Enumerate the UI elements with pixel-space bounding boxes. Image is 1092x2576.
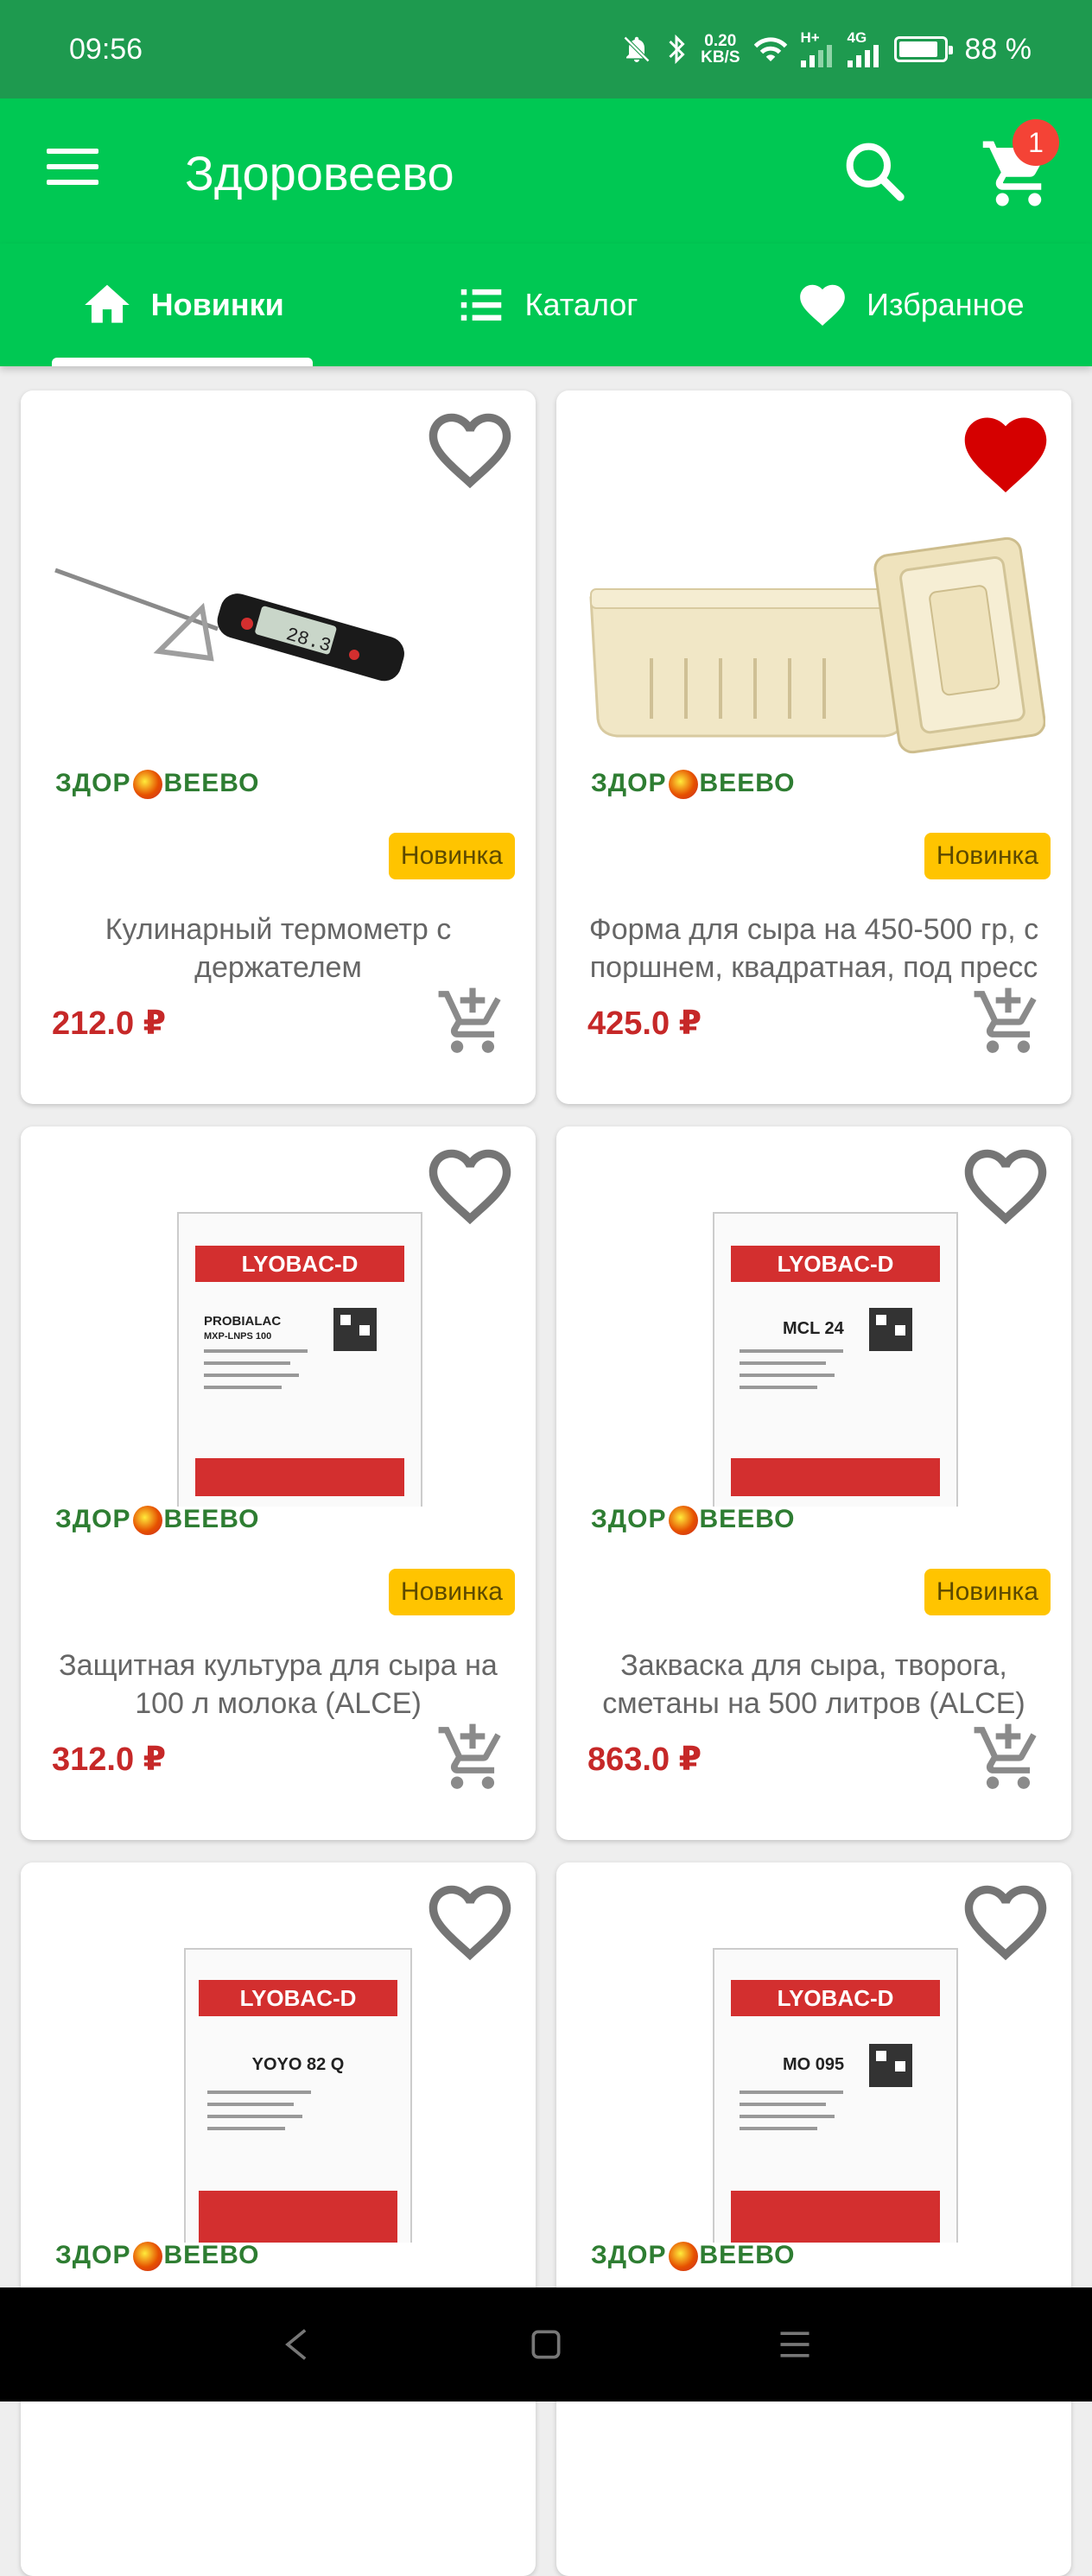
product-title[interactable]: Закваска для сыра, творога, сметаны на 5… — [568, 1646, 1059, 1723]
svg-text:MXP-LNPS 100: MXP-LNPS 100 — [204, 1331, 271, 1342]
wifi-icon — [752, 34, 789, 65]
heart-outline-icon — [964, 1885, 1047, 1961]
add-to-cart-button[interactable] — [971, 985, 1045, 1059]
brand-logo: ЗДОР ВЕЕВО — [55, 1505, 259, 1536]
add-to-cart-button[interactable] — [435, 1721, 510, 1795]
search-icon — [846, 143, 905, 201]
net-speed: 0.20 KB/S — [701, 32, 740, 67]
add-shopping-cart-icon — [974, 1723, 1037, 1789]
svg-text:LYOBAC-D: LYOBAC-D — [240, 1985, 357, 2011]
signal-h-icon: H+ — [800, 30, 835, 67]
heart-outline-icon — [964, 1149, 1047, 1225]
svg-text:MCL 24: MCL 24 — [783, 1319, 845, 1338]
status-icons: 0.20 KB/S H+ 4G 88 % — [621, 30, 1032, 67]
tab-new-label: Новинки — [150, 287, 284, 322]
brand-logo: ЗДОР ВЕЕВО — [55, 769, 259, 800]
cart-count-badge: 1 — [1013, 119, 1059, 166]
product-price: 212.0 ₽ — [52, 1006, 167, 1042]
heart-outline-icon — [429, 1149, 511, 1225]
recents-icon[interactable] — [776, 2325, 814, 2363]
system-nav-bar — [0, 2287, 1092, 2402]
favorite-button[interactable] — [956, 1145, 1056, 1235]
add-shopping-cart-icon — [438, 1723, 501, 1789]
product-card[interactable]: 28.3 ЗДОР ВЕЕВО Новинка Кулинарный термом… — [21, 390, 536, 1104]
product-image: LYOBAC-D PROBIALAC MXP-LNPS 100 — [47, 1196, 510, 1551]
product-image: 28.3 — [47, 460, 510, 771]
product-card[interactable]: LYOBAC-D PROBIALAC MXP-LNPS 100 ЗДОР ВЕЕВ… — [21, 1126, 536, 1840]
svg-text:PROBIALAC: PROBIALAC — [204, 1314, 281, 1329]
heart-outline-icon — [429, 413, 511, 489]
brand-logo: ЗДОР ВЕЕВО — [55, 2241, 259, 2272]
product-title[interactable]: Кулинарный термометр с держателем — [33, 910, 524, 987]
favorite-button[interactable] — [956, 409, 1056, 499]
product-price: 863.0 ₽ — [587, 1742, 702, 1778]
product-card[interactable]: LYOBAC-D MCL 24 ЗДОР ВЕЕВО Новинка Заквас… — [556, 1126, 1071, 1840]
favorite-button[interactable] — [420, 409, 520, 499]
home-nav-icon[interactable] — [527, 2325, 565, 2363]
tab-indicator — [52, 358, 313, 366]
back-icon[interactable] — [278, 2325, 316, 2363]
brand-logo: ЗДОР ВЕЕВО — [591, 2241, 795, 2272]
svg-text:YOYO 82 Q: YOYO 82 Q — [252, 2055, 345, 2074]
favorite-button[interactable] — [956, 1881, 1056, 1971]
product-image — [582, 460, 1046, 771]
list-icon — [460, 289, 501, 321]
new-badge: Новинка — [924, 1569, 1051, 1615]
product-card[interactable]: LYOBAC-D YOYO 82 Q ЗДОР ВЕЕВО — [21, 1862, 536, 2576]
product-image: LYOBAC-D MO 095 — [582, 1932, 1045, 2261]
product-image: LYOBAC-D YOYO 82 Q — [47, 1932, 510, 2261]
battery-icon — [893, 36, 953, 62]
tab-bar: Новинки Каталог Избранное — [0, 244, 1092, 366]
tab-favorites-label: Избранное — [867, 287, 1025, 322]
bluetooth-icon — [664, 34, 689, 65]
svg-text:LYOBAC-D: LYOBAC-D — [242, 1251, 359, 1277]
favorite-button[interactable] — [420, 1881, 520, 1971]
svg-text:LYOBAC-D: LYOBAC-D — [778, 1985, 894, 2011]
tab-favorites[interactable]: Избранное — [728, 244, 1092, 366]
tab-catalog-label: Каталог — [524, 287, 638, 322]
product-price: 312.0 ₽ — [52, 1742, 167, 1778]
app-title: Здоровеево — [185, 146, 454, 200]
tab-new[interactable]: Новинки — [0, 244, 364, 366]
tab-catalog[interactable]: Каталог — [364, 244, 727, 366]
product-card[interactable]: LYOBAC-D MO 095 ЗДОР ВЕЕВО — [556, 1862, 1071, 2576]
heart-outline-icon — [429, 1885, 511, 1961]
heart-icon — [800, 284, 845, 327]
add-to-cart-button[interactable] — [971, 1721, 1045, 1795]
product-title[interactable]: Форма для сыра на 450-500 гр, с поршнем,… — [568, 910, 1059, 987]
menu-button[interactable] — [47, 149, 98, 192]
battery-percent: 88 % — [964, 32, 1032, 66]
brand-logo: ЗДОР ВЕЕВО — [591, 769, 795, 800]
product-price: 425.0 ₽ — [587, 1006, 702, 1042]
new-badge: Новинка — [388, 1569, 515, 1615]
brand-logo: ЗДОР ВЕЕВО — [591, 1505, 795, 1536]
search-button[interactable] — [840, 136, 909, 206]
add-to-cart-button[interactable] — [435, 985, 510, 1059]
product-card[interactable]: ЗДОР ВЕЕВО Новинка Форма для сыра на 450-… — [556, 390, 1071, 1104]
favorite-button[interactable] — [420, 1145, 520, 1235]
home-icon — [84, 284, 130, 323]
new-badge: Новинка — [388, 833, 515, 879]
heart-filled-icon — [964, 417, 1047, 492]
signal-4g-icon: 4G — [847, 30, 882, 67]
status-time: 09:56 — [69, 32, 143, 66]
svg-text:LYOBAC-D: LYOBAC-D — [778, 1251, 894, 1277]
mute-icon — [621, 34, 652, 65]
add-shopping-cart-icon — [974, 987, 1037, 1053]
product-image: LYOBAC-D MCL 24 — [582, 1196, 1045, 1551]
new-badge: Новинка — [924, 833, 1051, 879]
product-title[interactable]: Защитная культура для сыра на 100 л моло… — [33, 1646, 524, 1723]
app-bar: Здоровеево — [0, 98, 1092, 244]
svg-text:MO 095: MO 095 — [783, 2055, 844, 2074]
status-bar: 09:56 0.20 KB/S H+ 4G 88 % — [0, 0, 1092, 98]
add-shopping-cart-icon — [438, 987, 501, 1053]
